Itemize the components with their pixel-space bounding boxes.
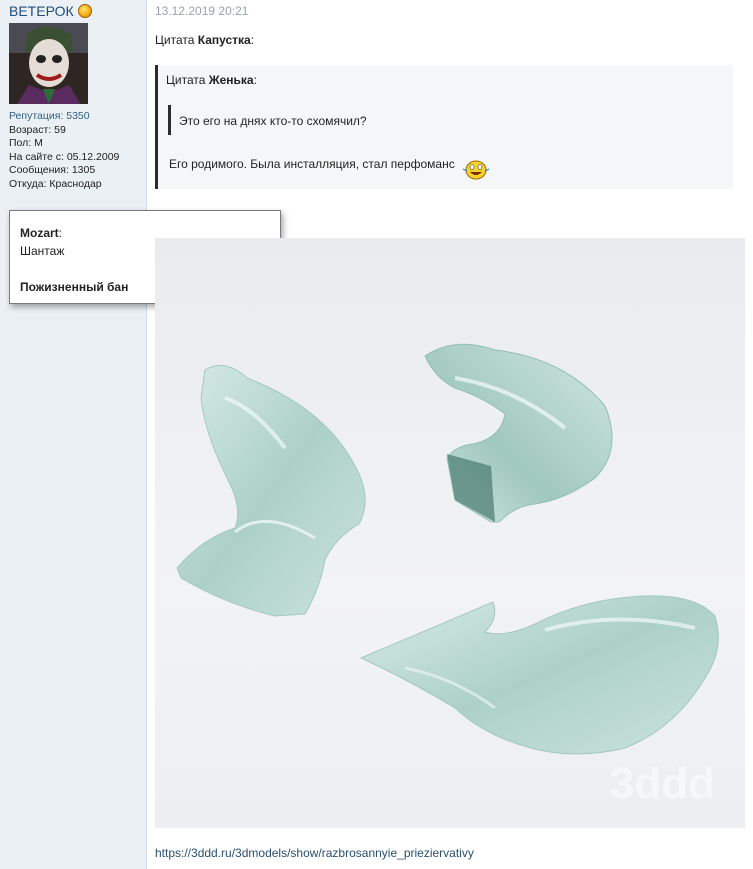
quote-author[interactable]: Капустка — [198, 33, 251, 47]
user-sidebar: ВЕТЕРОК Репутация: 5350 Возраст: 59 Пол:… — [0, 0, 147, 869]
username[interactable]: ВЕТЕРОК — [9, 3, 92, 19]
user-info: Репутация: 5350 Возраст: 59 Пол: М На са… — [9, 110, 119, 191]
reputation[interactable]: Репутация: 5350 — [9, 110, 119, 124]
award-medal-icon — [77, 4, 92, 18]
user-gender: Пол: М — [9, 137, 43, 149]
quoted-reply-text: Его родимого. Была инсталляция, стал пер… — [169, 157, 455, 171]
quote-block: Цитата Женька: Это его на днях кто-то сх… — [155, 65, 733, 189]
moderator-name[interactable]: Mozart — [20, 226, 59, 240]
quote-author[interactable]: Женька — [209, 73, 254, 87]
user-age: Возраст: 59 — [9, 123, 66, 136]
popup-colon: : — [58, 226, 63, 240]
laughing-smiley-icon — [462, 160, 490, 180]
quote-header-inner: Цитата Женька: — [166, 73, 257, 87]
user-location: Откуда: Краснодар — [9, 177, 102, 190]
user-posts: Сообщения: 1305 — [9, 164, 96, 176]
username-text[interactable]: ВЕТЕРОК — [9, 3, 74, 19]
quote-prefix: Цитата — [155, 33, 195, 47]
quote-colon: : — [253, 73, 257, 87]
quote-colon: : — [250, 33, 255, 47]
image-watermark: 3ddd — [610, 759, 715, 808]
user-since: На сайте с: 05.12.2009 — [9, 150, 120, 163]
quote-prefix: Цитата — [166, 73, 206, 87]
source-link[interactable]: https://3ddd.ru/3dmodels/show/razbrosann… — [155, 846, 474, 860]
nested-quote-text: Это его на днях кто-то схомячил? — [179, 114, 367, 128]
nested-quote-block: Это его на днях кто-то схомячил? — [168, 105, 728, 135]
post-date: 13.12.2019 20:21 — [155, 4, 249, 18]
avatar[interactable] — [9, 23, 88, 104]
post-image[interactable]: 3ddd — [155, 238, 745, 828]
quote-header-outer: Цитата Капустка: — [155, 33, 254, 47]
